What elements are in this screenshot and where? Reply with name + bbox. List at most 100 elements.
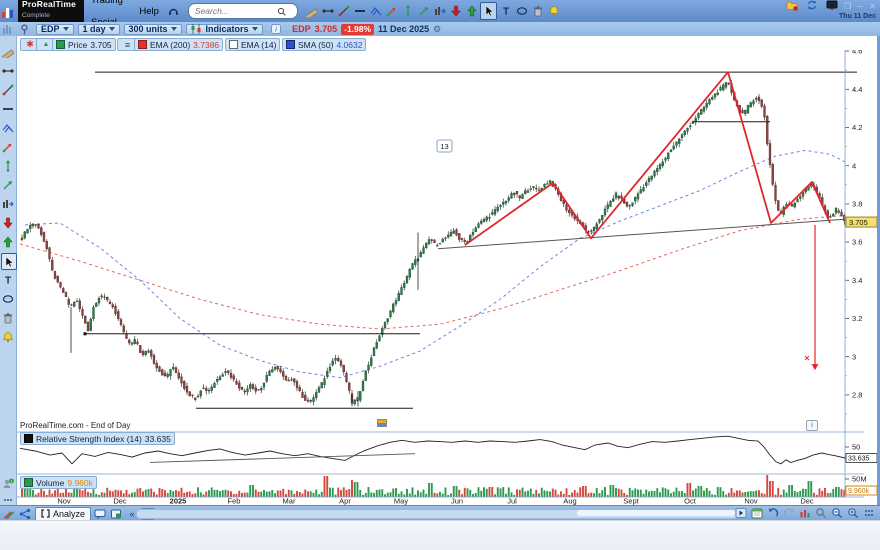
logo-bars-icon bbox=[2, 4, 16, 18]
calendar-button[interactable] bbox=[750, 506, 764, 519]
sync-blue-icon[interactable] bbox=[806, 0, 818, 14]
sma50-legend-chip[interactable]: SMA (50)4.0632 bbox=[282, 38, 366, 51]
search-icon bbox=[277, 7, 286, 16]
x-axis-month-label: Nov bbox=[57, 497, 71, 506]
sidebar-tool-fib-channel[interactable] bbox=[1, 120, 15, 135]
chart-hscrollbar[interactable] bbox=[136, 509, 738, 519]
sidebar-tool-text-tool[interactable]: T bbox=[1, 272, 15, 287]
ema200-legend-chip[interactable]: EMA (200)3.7386 bbox=[134, 38, 223, 51]
sidebar-tool-trash[interactable] bbox=[1, 310, 15, 325]
pin-icon[interactable] bbox=[17, 21, 32, 37]
trash-icon[interactable] bbox=[530, 3, 545, 19]
tab-analyze[interactable]: Analyze bbox=[35, 507, 91, 521]
svg-text:9.960k: 9.960k bbox=[848, 488, 870, 495]
svg-text:33.635: 33.635 bbox=[848, 456, 870, 463]
rsi-swatch bbox=[24, 434, 33, 443]
sidebar-user-status-icon[interactable]: 1 bbox=[1, 476, 15, 491]
sma50-swatch bbox=[286, 40, 295, 49]
indicators-dropdown[interactable]: Indicators bbox=[186, 24, 263, 35]
undo-button[interactable] bbox=[766, 506, 780, 519]
ruler-icon[interactable] bbox=[304, 3, 319, 19]
ellipse-tool-icon[interactable] bbox=[514, 3, 529, 19]
pencil-draw-icon[interactable] bbox=[2, 507, 16, 520]
rsi-legend-chip[interactable]: Relative Strength Index (14)33.635 bbox=[20, 432, 175, 445]
sidebar-tool-trend-arrow-red[interactable] bbox=[1, 139, 15, 154]
cursor-icon[interactable] bbox=[480, 2, 497, 20]
scrollbar-thumb[interactable] bbox=[577, 510, 735, 516]
app-logo: ProRealTimeComplete bbox=[0, 0, 84, 22]
x-axis-month-label: Oct bbox=[684, 497, 697, 506]
corner-date: Thu 11 Dec bbox=[839, 13, 878, 20]
connector-icon[interactable] bbox=[320, 3, 335, 19]
svg-text:T: T bbox=[503, 7, 509, 18]
zoom-out-button[interactable] bbox=[830, 506, 844, 519]
sidebar-tool-vertical-arrow-green[interactable] bbox=[1, 158, 15, 173]
chat-bubble-icon[interactable] bbox=[93, 507, 107, 520]
fib-channel-icon[interactable] bbox=[368, 3, 383, 19]
play-next-button[interactable] bbox=[734, 506, 748, 519]
sidebar-tool-segment[interactable] bbox=[1, 82, 15, 97]
search-box[interactable] bbox=[188, 3, 298, 19]
trend-arrow-red-icon[interactable] bbox=[384, 3, 399, 19]
sma50-line bbox=[25, 150, 845, 377]
alert-bell-icon[interactable] bbox=[546, 3, 561, 19]
info-icon[interactable]: i bbox=[269, 21, 284, 37]
price-legend-chip[interactable]: Price3.705 bbox=[52, 38, 116, 51]
quote-change-badge: -1.98% bbox=[341, 24, 374, 35]
sidebar-tool-ellipse-tool[interactable] bbox=[1, 291, 15, 306]
sidebar-tool-connector[interactable] bbox=[1, 63, 15, 78]
window-green-icon[interactable] bbox=[109, 507, 123, 520]
timeframe-dropdown[interactable]: 1 day bbox=[78, 24, 120, 35]
max-chart-icon[interactable] bbox=[432, 3, 447, 19]
x-axis-month-label: 2025 bbox=[170, 497, 187, 506]
sidebar-tool-alert-bell[interactable] bbox=[1, 329, 15, 344]
folder-alert-icon[interactable] bbox=[786, 0, 798, 14]
ema14-legend-chip[interactable]: EMA (14) bbox=[225, 38, 280, 51]
svg-text:50M: 50M bbox=[852, 475, 867, 484]
segment-icon[interactable] bbox=[336, 3, 351, 19]
headset-help-icon[interactable] bbox=[166, 3, 181, 19]
text-tool-icon[interactable]: T bbox=[498, 3, 513, 19]
magnifier-button[interactable] bbox=[814, 506, 828, 519]
logo-subtitle: Complete bbox=[22, 12, 50, 19]
candles-icon bbox=[191, 24, 203, 34]
menu-trading[interactable]: Trading bbox=[84, 0, 132, 11]
symbol-dropdown[interactable]: EDP bbox=[36, 24, 74, 35]
window-controls[interactable]: ❐ ─ ✕ bbox=[844, 2, 878, 11]
hline-icon[interactable] bbox=[352, 3, 367, 19]
gear-icon[interactable]: ⚙ bbox=[433, 24, 441, 35]
grid-dots-button[interactable] bbox=[862, 506, 876, 519]
sidebar-tool-hline[interactable] bbox=[1, 101, 15, 116]
chevron-down-icon bbox=[171, 27, 177, 34]
units-dropdown[interactable]: 300 units bbox=[124, 24, 182, 35]
sidebar-tool-diag-arrow-green[interactable] bbox=[1, 177, 15, 192]
diag-arrow-green-icon[interactable] bbox=[416, 3, 431, 19]
sidebar-tool-cursor[interactable] bbox=[1, 253, 17, 270]
big-arrow-down-red-icon[interactable] bbox=[448, 3, 463, 19]
zoom-in-button[interactable] bbox=[846, 506, 860, 519]
sidebar-tool-big-arrow-up-green[interactable] bbox=[1, 234, 15, 249]
x-axis-month-label: Apr bbox=[339, 497, 351, 506]
brackets-icon bbox=[41, 509, 50, 518]
search-input[interactable] bbox=[193, 5, 277, 17]
rsi-trendline bbox=[150, 454, 415, 463]
chart-red-button[interactable] bbox=[798, 506, 812, 519]
x-axis-month-label: Aug bbox=[563, 497, 576, 506]
monitor-icon[interactable] bbox=[826, 0, 838, 14]
menu-help[interactable]: Help bbox=[132, 0, 166, 22]
svg-text:3.8: 3.8 bbox=[852, 200, 862, 209]
rsi-info-icon[interactable]: i bbox=[806, 420, 818, 431]
svg-text:13: 13 bbox=[440, 142, 448, 151]
vertical-arrow-green-icon[interactable] bbox=[400, 3, 415, 19]
prorealtime-window: ProRealTimeComplete FileDisplayTradingSo… bbox=[0, 0, 880, 550]
big-arrow-up-green-icon[interactable] bbox=[464, 3, 479, 19]
x-axis-month-label: Dec bbox=[800, 497, 814, 506]
svg-text:2.8: 2.8 bbox=[852, 391, 862, 400]
share-icon[interactable] bbox=[18, 507, 32, 520]
x-axis-month-label: Sept bbox=[623, 497, 639, 506]
sidebar-tool-ruler[interactable] bbox=[1, 44, 15, 59]
sidebar-tool-big-arrow-down-red[interactable] bbox=[1, 215, 15, 230]
sidebar-tool-max-chart[interactable] bbox=[1, 196, 15, 211]
volume-legend-chip[interactable]: Volume9.960k bbox=[20, 476, 97, 489]
redo-button[interactable] bbox=[782, 506, 796, 519]
